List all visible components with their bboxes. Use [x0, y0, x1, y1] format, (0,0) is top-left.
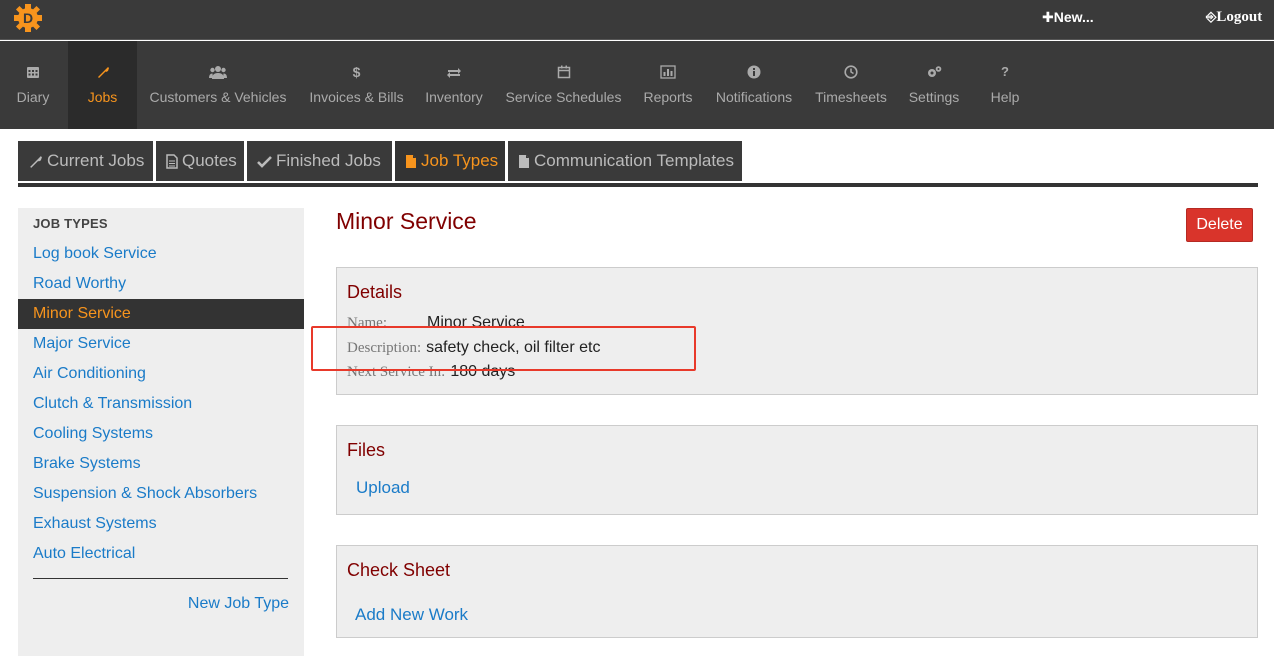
sidebar-item-brake-systems[interactable]: Brake Systems: [18, 449, 304, 479]
sidebar-item-log-book-service[interactable]: Log book Service: [18, 239, 304, 269]
nav-label: Settings: [908, 89, 960, 105]
wrench-icon: [68, 65, 137, 79]
new-menu-label: New...: [1053, 9, 1094, 25]
tab-label: Job Types: [421, 151, 499, 170]
sidebar-item-major-service[interactable]: Major Service: [18, 329, 304, 359]
nav-label: Customers & Vehicles: [149, 89, 287, 105]
sidebar-header: JOB TYPES: [33, 216, 108, 231]
tab-label: Current Jobs: [47, 151, 145, 170]
tab-finished-jobs[interactable]: Finished Jobs: [247, 141, 392, 181]
app-logo[interactable]: D: [12, 3, 44, 33]
nav-item-jobs[interactable]: Jobs: [68, 41, 137, 129]
nav-item-invoices-bills[interactable]: $ Invoices & Bills: [300, 41, 413, 129]
nav-label: Help: [990, 89, 1020, 105]
logout-label: Logout: [1216, 9, 1263, 25]
tab-label: Communication Templates: [534, 151, 734, 170]
nav-label: Reports: [643, 89, 693, 105]
dollar-icon: $: [352, 64, 361, 80]
calendar-icon: [497, 65, 630, 79]
nav-item-customers-vehicles[interactable]: Customers & Vehicles: [140, 41, 296, 129]
tab-label: Quotes: [182, 151, 237, 170]
nav-item-diary[interactable]: Diary: [0, 41, 66, 129]
nav-label: Invoices & Bills: [309, 89, 404, 105]
nav-item-notifications[interactable]: Notifications: [706, 41, 802, 129]
sidebar-item-suspension-shock-absorbers[interactable]: Suspension & Shock Absorbers: [18, 479, 304, 509]
tab-quotes[interactable]: Quotes: [156, 141, 244, 181]
add-new-work-link[interactable]: Add New Work: [355, 605, 468, 625]
exchange-icon: [417, 65, 491, 79]
nav-label: Inventory: [425, 89, 483, 105]
question-icon: ?: [1001, 64, 1009, 79]
users-icon: [140, 65, 296, 79]
main-nav: Diary Jobs Customers & Vehicles $ Invoic…: [0, 41, 1274, 129]
tab-label: Finished Jobs: [276, 151, 381, 170]
tab-current-jobs[interactable]: Current Jobs: [18, 141, 153, 181]
sidebar-item-exhaust-systems[interactable]: Exhaust Systems: [18, 509, 304, 539]
nav-item-settings[interactable]: Settings: [900, 41, 968, 129]
new-menu-button[interactable]: ✚New...: [1042, 9, 1094, 26]
file-icon: [519, 154, 529, 168]
delete-button[interactable]: Delete: [1186, 208, 1253, 242]
info-icon: [706, 65, 802, 79]
nav-label: Notifications: [715, 89, 793, 105]
nav-item-timesheets[interactable]: Timesheets: [808, 41, 894, 129]
check-sheet-panel: Check Sheet Add New Work: [336, 545, 1258, 638]
sidebar-divider: [33, 578, 288, 579]
wrench-icon: [30, 155, 42, 168]
files-title: Files: [347, 440, 386, 460]
top-bar: D ✚New... ⎆Logout: [0, 0, 1274, 40]
plus-icon: ✚: [1042, 9, 1054, 25]
page-title: Minor Service: [336, 208, 477, 234]
sidebar-item-minor-service[interactable]: Minor Service: [18, 299, 304, 329]
tab-job-types[interactable]: Job Types: [395, 141, 505, 181]
calendar-grid-icon: [0, 65, 66, 79]
sidebar-item-road-worthy[interactable]: Road Worthy: [18, 269, 304, 299]
clock-icon: [808, 65, 894, 79]
nav-item-inventory[interactable]: Inventory: [417, 41, 491, 129]
nav-label: Service Schedules: [505, 89, 622, 105]
nav-item-service-schedules[interactable]: Service Schedules: [497, 41, 630, 129]
svg-text:D: D: [23, 10, 33, 26]
sidebar-item-auto-electrical[interactable]: Auto Electrical: [18, 539, 304, 569]
document-icon: [166, 153, 178, 169]
new-job-type-link[interactable]: New Job Type: [188, 595, 289, 613]
check-sheet-title: Check Sheet: [347, 560, 451, 580]
upload-link[interactable]: Upload: [356, 478, 410, 498]
nav-label: Diary: [16, 89, 50, 105]
tab-communication-templates[interactable]: Communication Templates: [508, 141, 742, 181]
nav-item-reports[interactable]: Reports: [636, 41, 700, 129]
bar-chart-icon: [636, 65, 700, 79]
nav-item-help[interactable]: ? Help: [976, 41, 1034, 129]
files-panel: Files Upload: [336, 425, 1258, 515]
check-icon: [257, 155, 272, 168]
nav-label: Timesheets: [815, 89, 887, 105]
sign-out-icon: ⎆: [1206, 10, 1217, 25]
tab-underline: [18, 183, 1258, 187]
nav-label: Jobs: [87, 89, 118, 105]
file-icon: [406, 154, 416, 168]
job-types-sidebar: JOB TYPES Log book Service Road Worthy M…: [18, 208, 304, 656]
details-title: Details: [347, 282, 403, 302]
sidebar-item-air-conditioning[interactable]: Air Conditioning: [18, 359, 304, 389]
gears-icon: [900, 65, 968, 79]
sidebar-item-clutch-transmission[interactable]: Clutch & Transmission: [18, 389, 304, 419]
highlight-annotation: [311, 326, 696, 371]
sidebar-item-cooling-systems[interactable]: Cooling Systems: [18, 419, 304, 449]
logout-button[interactable]: ⎆Logout: [1206, 9, 1262, 26]
